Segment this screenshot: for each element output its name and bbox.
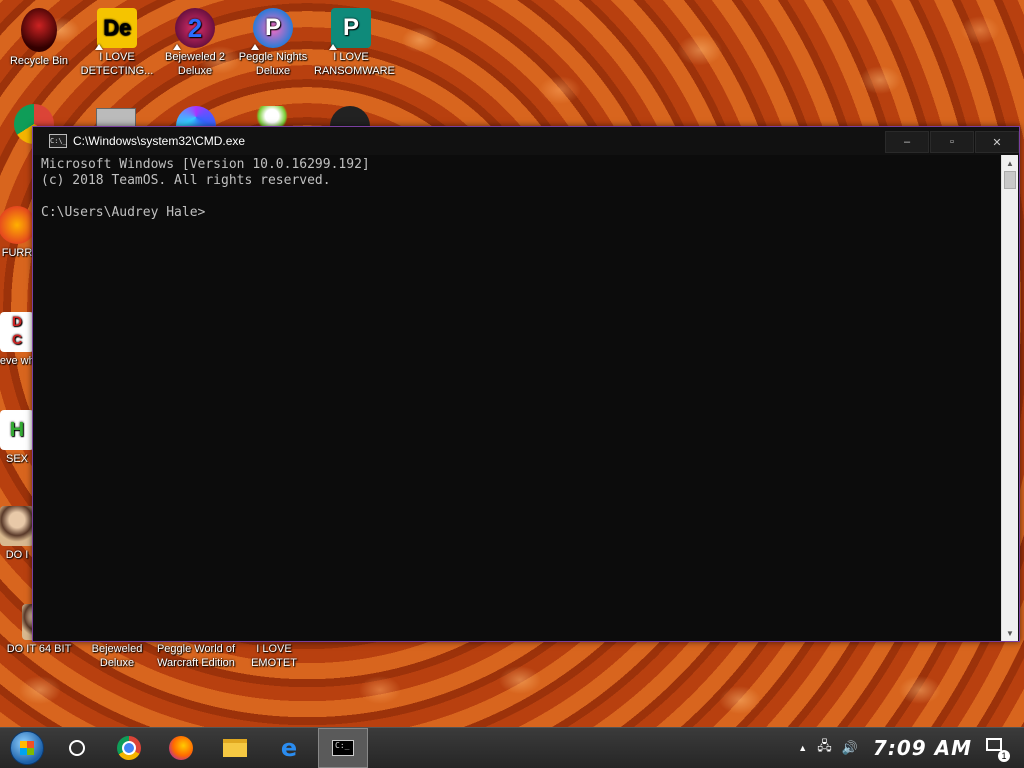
desktop-icon-detecting[interactable]: De I LOVE DETECTING... [80, 8, 154, 78]
notification-icon [986, 738, 1002, 751]
vertical-scrollbar[interactable]: ▲ ▼ [1001, 155, 1018, 641]
circle-search-icon [69, 740, 85, 756]
flower-desktop-icon[interactable] [252, 106, 292, 126]
chrome-icon [117, 736, 141, 760]
scroll-up-arrow-icon[interactable]: ▲ [1002, 155, 1018, 171]
show-hidden-icons-icon[interactable]: ▲ [798, 743, 807, 753]
volume-icon[interactable]: 🔊 [842, 740, 858, 756]
network-icon[interactable]: 🖧 [817, 737, 832, 759]
desktop-icon-label: DO IT 64 BIT [6, 643, 72, 655]
start-button[interactable] [2, 728, 52, 768]
taskbar-file-explorer[interactable] [210, 728, 260, 768]
clock[interactable]: 7:09 AM [873, 736, 972, 760]
desktop-icon-label: Recycle Bin [9, 55, 69, 67]
taskbar: e C:_ ▲ 🖧 🔊 7:09 AM 1 [0, 727, 1024, 768]
detect-it-easy-icon: De [95, 8, 137, 50]
desktop-icon-ransomware[interactable]: P I LOVE RANSOMWARE [314, 8, 395, 78]
desktop-icon-peggle-wow[interactable]: Peggle World of Warcraft Edition [156, 642, 236, 670]
maximize-button[interactable]: ▫ [930, 131, 974, 153]
desktop-icon-label: I LOVE DETECTING... [80, 51, 154, 77]
desktop-icon-bejeweled-2[interactable]: 2 Bejeweled 2 Deluxe [158, 8, 232, 78]
scroll-down-arrow-icon[interactable]: ▼ [1002, 625, 1018, 641]
recycle-bin-icon [21, 8, 57, 52]
console-output[interactable]: Microsoft Windows [Version 10.0.16299.19… [33, 155, 1001, 641]
desktop-icon-label: Bejeweled 2 Deluxe [165, 51, 225, 77]
firefox-icon [0, 206, 36, 244]
desktop-icon-peggle-nights[interactable]: P Peggle Nights Deluxe [236, 8, 310, 78]
firefox-icon [169, 736, 193, 760]
desktop-icon-bejeweled-deluxe[interactable]: Bejeweled Deluxe [80, 642, 154, 670]
desktop-icon-label: Peggle Nights Deluxe [238, 51, 308, 77]
publisher-icon: P [329, 8, 371, 50]
scroll-thumb[interactable] [1004, 171, 1016, 189]
desktop-icon-label: I LOVE EMOTET [251, 643, 297, 669]
cmd-app-icon: C:\_ [49, 134, 67, 148]
cmd-titlebar[interactable]: C:\_ C:\Windows\system32\CMD.exe – ▫ ✕ [33, 127, 1019, 155]
taskbar-firefox[interactable] [156, 728, 206, 768]
desktop-icon-label: Bejeweled Deluxe [91, 643, 143, 669]
cmd-window[interactable]: C:\_ C:\Windows\system32\CMD.exe – ▫ ✕ M… [32, 126, 1020, 642]
gear-desktop-icon[interactable] [330, 106, 370, 128]
desktop-icon-label: I LOVE RANSOMWARE [314, 51, 395, 77]
desktop-icon-recycle-bin[interactable]: Recycle Bin [2, 8, 76, 68]
search-button[interactable] [52, 728, 102, 768]
desktop-icon-emotet[interactable]: I LOVE EMOTET [234, 642, 314, 670]
cmd-icon: C:_ [332, 740, 354, 756]
minimize-button[interactable]: – [885, 131, 929, 153]
window-controls: – ▫ ✕ [884, 131, 1019, 153]
app-icon: DC [0, 312, 34, 352]
desktop-icon-label: Peggle World of Warcraft Edition [156, 643, 236, 669]
notification-count-badge: 1 [998, 750, 1010, 762]
cmd-window-title: C:\Windows\system32\CMD.exe [73, 134, 246, 148]
notepad-icon: H [0, 410, 34, 450]
portrait-icon [0, 506, 34, 546]
taskbar-chrome[interactable] [104, 728, 154, 768]
action-center-button[interactable]: 1 [986, 738, 1010, 762]
close-button[interactable]: ✕ [975, 131, 1019, 153]
bejeweled-2-icon: 2 [173, 8, 215, 50]
colorwheel-desktop-icon[interactable] [176, 106, 216, 128]
taskbar-edge[interactable]: e [264, 728, 314, 768]
peggle-nights-icon: P [251, 8, 293, 50]
windows-logo-icon [10, 731, 44, 765]
folder-icon [223, 739, 247, 757]
system-tray: ▲ 🖧 🔊 7:09 AM 1 [793, 728, 1024, 768]
edge-icon: e [280, 734, 298, 762]
taskbar-cmd[interactable]: C:_ [318, 728, 368, 768]
